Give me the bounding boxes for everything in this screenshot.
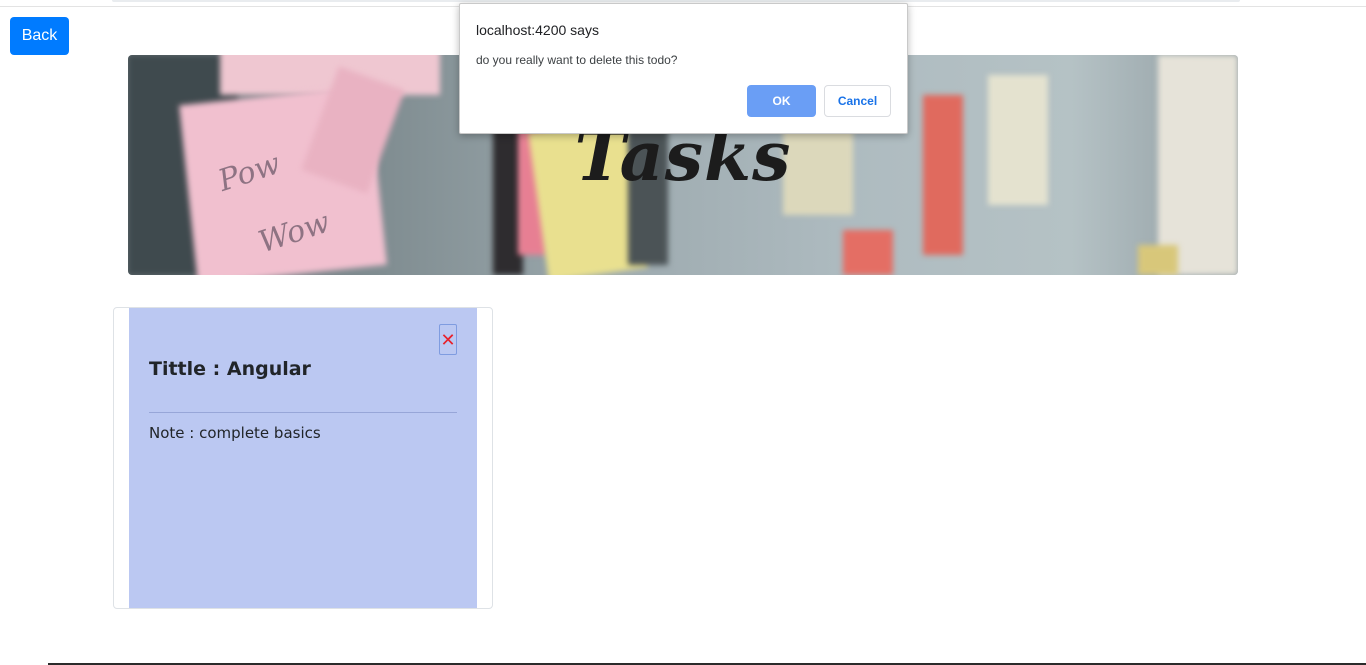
top-strip-bar — [112, 0, 1240, 2]
todo-note: Note : complete basics — [149, 424, 321, 442]
cancel-button[interactable]: Cancel — [824, 85, 891, 117]
dialog-origin: localhost:4200 says — [476, 22, 599, 38]
todo-title: Tittle : Angular — [149, 358, 311, 380]
todo-card: ✕ Tittle : Angular Note : complete basic… — [113, 307, 493, 609]
page: Back Pow Wow Tasks ✕ Tittle : Angular No… — [0, 0, 1366, 665]
banner-red-note-2 — [843, 230, 893, 275]
dialog-message: do you really want to delete this todo? — [476, 53, 678, 67]
todo-card-body: ✕ Tittle : Angular Note : complete basic… — [129, 308, 477, 608]
close-icon: ✕ — [440, 330, 456, 351]
back-button[interactable]: Back — [10, 17, 69, 55]
confirm-dialog: localhost:4200 says do you really want t… — [459, 3, 908, 134]
todo-divider — [149, 412, 457, 413]
ok-button[interactable]: OK — [747, 85, 816, 117]
delete-todo-button[interactable]: ✕ — [439, 324, 457, 355]
banner-yellow-bit — [1138, 245, 1178, 275]
